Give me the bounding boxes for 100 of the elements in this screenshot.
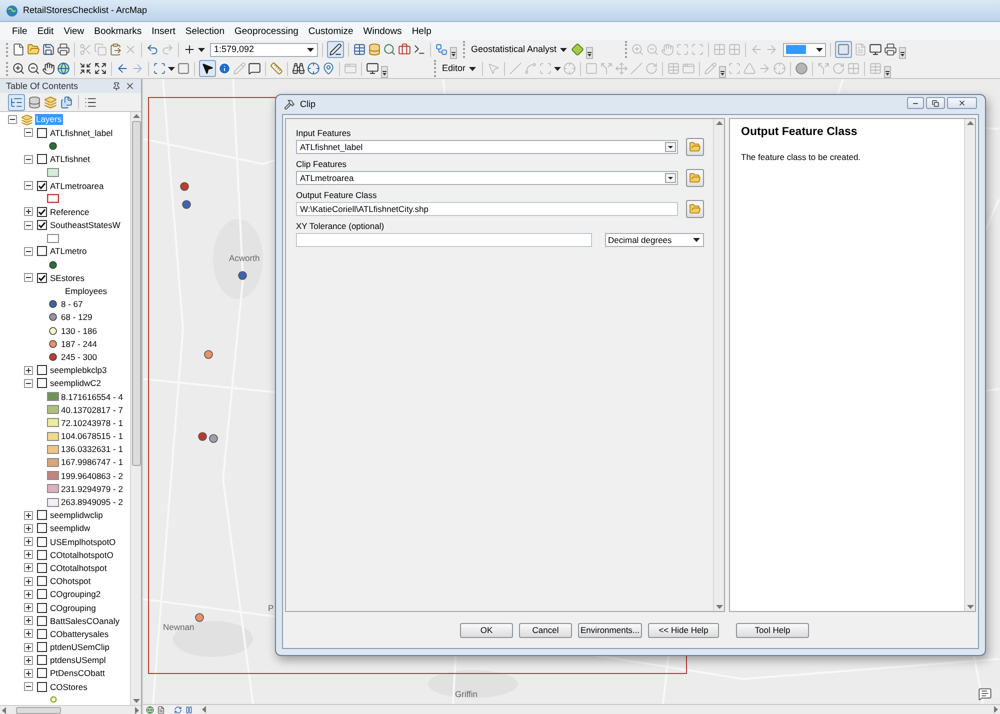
scrollbar[interactable]: [200, 705, 1000, 714]
scroll-left-icon[interactable]: [2, 706, 6, 714]
menu-item[interactable]: Windows: [358, 24, 407, 38]
layer-name[interactable]: ATLfishnet_label: [50, 128, 113, 138]
browse-button[interactable]: [686, 138, 704, 156]
checkbox[interactable]: [37, 365, 47, 376]
tree-list-icon[interactable]: [8, 94, 25, 110]
scroll-right-icon[interactable]: [135, 706, 139, 714]
toolbar-overflow-icon[interactable]: [381, 66, 388, 78]
pause-icon[interactable]: [185, 706, 193, 714]
plus-box-icon[interactable]: [24, 616, 33, 626]
toolbar-overflow-icon[interactable]: [898, 47, 906, 59]
square-icon[interactable]: [177, 62, 190, 75]
square-icon[interactable]: [834, 41, 852, 58]
briefcase-icon[interactable]: [398, 43, 411, 56]
pen-icon[interactable]: [327, 41, 344, 58]
toolbar-overflow-icon[interactable]: [884, 66, 891, 78]
checkbox[interactable]: [37, 180, 47, 191]
zoom-in-icon[interactable]: [12, 62, 25, 75]
layer-name[interactable]: SEstores: [50, 272, 84, 283]
dropdown[interactable]: ATLmetroarea: [296, 171, 678, 185]
scroll-down-icon[interactable]: [132, 699, 140, 703]
scroll-right-icon[interactable]: [994, 706, 998, 713]
layer-name[interactable]: seemplidw: [50, 523, 90, 534]
printer-icon[interactable]: [57, 43, 70, 56]
layer-name[interactable]: ptdensUSempl: [50, 655, 106, 666]
pin-icon[interactable]: [112, 82, 121, 90]
minus-box-icon[interactable]: [24, 181, 33, 190]
corner-brackets-icon[interactable]: [153, 62, 166, 75]
minimize-button[interactable]: [907, 97, 924, 109]
text-field[interactable]: W:\KatieCoriell\ATLfishnetCity.shp: [296, 202, 678, 216]
caret-icon[interactable]: [307, 48, 314, 52]
scroll-down-icon[interactable]: [966, 605, 974, 609]
layer-name[interactable]: ATLmetroarea: [50, 180, 104, 191]
checkbox[interactable]: [37, 154, 47, 164]
new-document-icon[interactable]: [12, 43, 25, 56]
checkbox[interactable]: [37, 576, 47, 586]
scrollbar[interactable]: [130, 112, 141, 705]
checkbox[interactable]: [37, 206, 47, 217]
monitor-icon[interactable]: [868, 43, 882, 56]
layer-name[interactable]: COgrouping2: [50, 589, 101, 600]
editor-menu[interactable]: Editor: [440, 63, 478, 74]
checkbox[interactable]: [37, 628, 47, 639]
layer-name[interactable]: ATLmetro: [50, 246, 87, 256]
minus-box-icon[interactable]: [24, 154, 33, 164]
search-icon[interactable]: [383, 43, 396, 56]
plus-box-icon[interactable]: [24, 656, 33, 665]
scroll-up-icon[interactable]: [966, 121, 974, 125]
checkbox[interactable]: [37, 128, 47, 138]
toolbar-overflow-icon[interactable]: [586, 47, 593, 59]
checkbox[interactable]: [37, 616, 47, 626]
dialog-button[interactable]: Cancel: [519, 622, 572, 638]
plus-box-icon[interactable]: [24, 563, 33, 572]
scroll-down-icon[interactable]: [716, 605, 722, 609]
toolbar-overflow-icon[interactable]: [718, 66, 726, 78]
plus-box-icon[interactable]: [24, 629, 33, 638]
undo-icon[interactable]: [146, 43, 159, 56]
caret-icon[interactable]: [468, 66, 476, 70]
binoculars-icon[interactable]: [292, 62, 305, 75]
checkbox[interactable]: [37, 523, 47, 534]
printer-icon[interactable]: [884, 43, 897, 56]
minus-box-icon[interactable]: [24, 273, 33, 282]
menu-item[interactable]: Edit: [32, 24, 59, 38]
geostatistical-analyst-menu[interactable]: Geostatistical Analyst: [469, 44, 569, 55]
outward-arrows-icon[interactable]: [94, 62, 107, 75]
info-icon[interactable]: [218, 62, 231, 75]
dialog-button[interactable]: Tool Help: [736, 622, 809, 638]
dropdown[interactable]: ATLfishnet_label: [296, 140, 678, 154]
inward-arrows-icon[interactable]: [79, 62, 92, 75]
checkbox[interactable]: [37, 589, 47, 600]
scrollbar[interactable]: [964, 119, 975, 611]
caret-icon[interactable]: [816, 48, 823, 52]
checkbox[interactable]: [37, 550, 47, 560]
monitor-icon[interactable]: [366, 62, 379, 75]
checkbox[interactable]: [37, 272, 47, 283]
speech-bubble-icon[interactable]: [248, 62, 261, 75]
plus-box-icon[interactable]: [24, 207, 33, 216]
layer-name[interactable]: Reference: [50, 206, 90, 217]
dialog-button[interactable]: OK: [460, 622, 513, 638]
toolbar-overflow-icon[interactable]: [450, 47, 457, 59]
minus-box-icon[interactable]: [24, 378, 33, 388]
layer-name[interactable]: COtotalhotspot: [50, 562, 107, 573]
checkbox[interactable]: [37, 682, 47, 692]
menu-item[interactable]: View: [58, 24, 90, 38]
plus-box-icon[interactable]: [24, 603, 33, 612]
input-field[interactable]: [296, 233, 592, 247]
checkbox[interactable]: [37, 642, 47, 652]
map-pin-icon[interactable]: [322, 62, 335, 75]
stacked-files-icon[interactable]: [60, 96, 73, 108]
minus-box-icon[interactable]: [24, 246, 33, 256]
plus-box-icon[interactable]: [24, 510, 33, 520]
zoom-percent-field[interactable]: [782, 42, 826, 56]
minus-box-icon[interactable]: [24, 220, 33, 230]
menu-item[interactable]: Insert: [146, 24, 180, 38]
caret-icon[interactable]: [693, 238, 700, 242]
layer-name[interactable]: seemplidwclip: [50, 510, 103, 520]
menu-item[interactable]: Bookmarks: [89, 24, 147, 38]
flowchart-icon[interactable]: [435, 43, 448, 56]
layer-name[interactable]: COStores: [50, 682, 88, 692]
layer-name[interactable]: COtotalhotspotO: [50, 550, 114, 560]
